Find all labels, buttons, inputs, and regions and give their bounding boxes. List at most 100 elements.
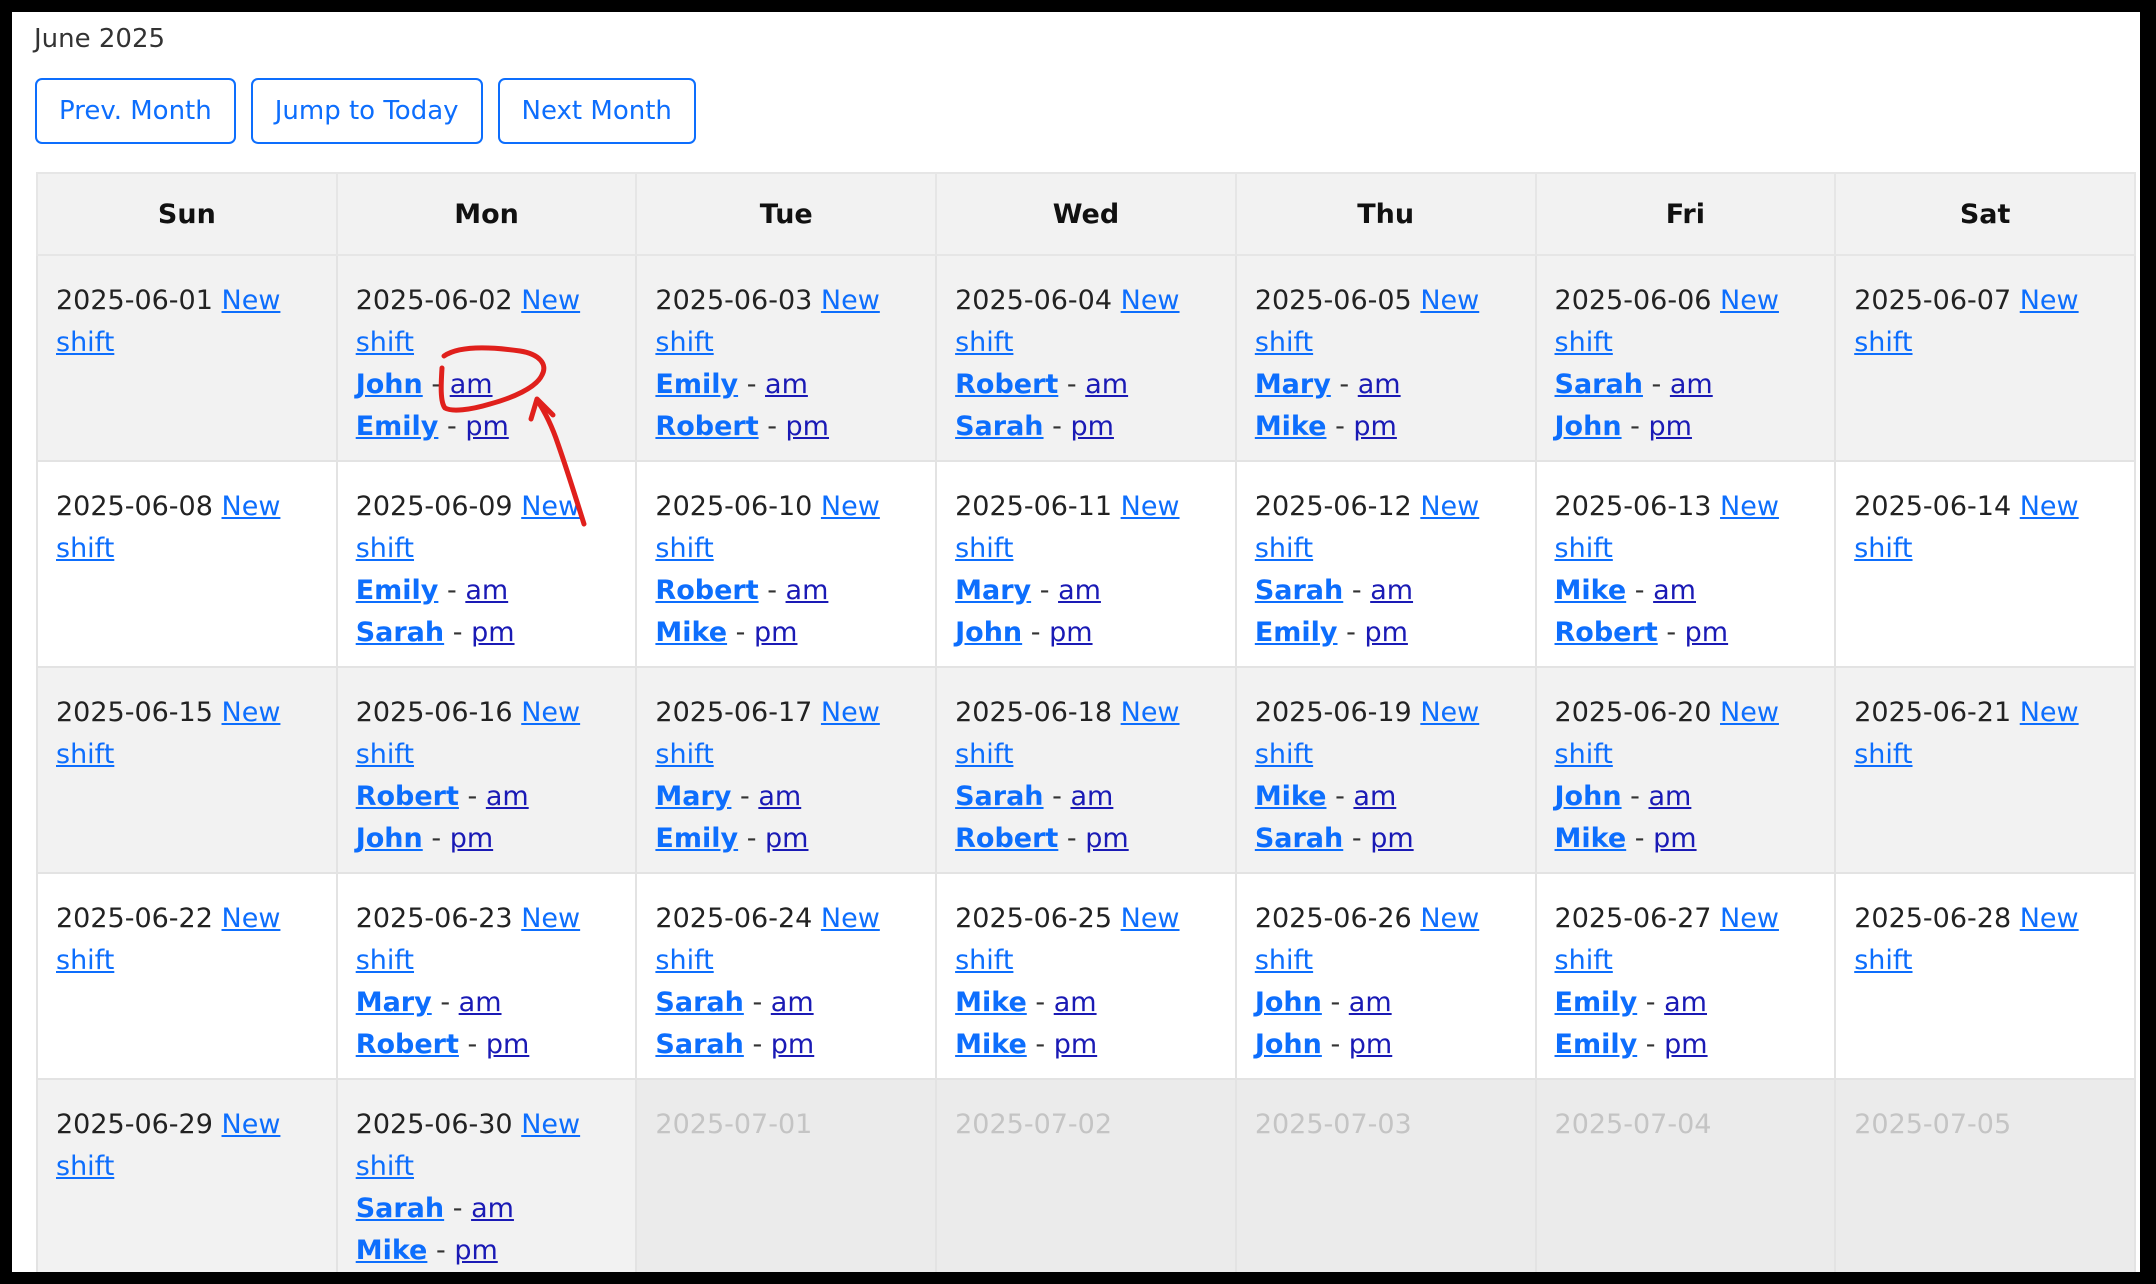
employee-name-link[interactable]: Emily (1555, 987, 1638, 1018)
shift-period-link[interactable]: pm (1685, 617, 1728, 648)
shift-period-link[interactable]: pm (1085, 823, 1128, 854)
month-navigation: Prev. Month Jump to Today Next Month (35, 78, 696, 144)
shift-period-link[interactable]: pm (1649, 411, 1692, 442)
shift-period-link[interactable]: am (1349, 987, 1392, 1018)
employee-name-link[interactable]: Emily (1555, 1029, 1638, 1060)
employee-name-link[interactable]: Mike (1555, 823, 1627, 854)
shift-period-link[interactable]: am (1058, 575, 1101, 606)
employee-name-link[interactable]: John (356, 823, 423, 854)
employee-name-link[interactable]: Sarah (356, 617, 444, 648)
shift-period-link[interactable]: am (459, 987, 502, 1018)
day-date: 2025-06-08 (56, 491, 213, 522)
shift-period-link[interactable]: pm (1070, 411, 1113, 442)
employee-name-link[interactable]: Robert (655, 411, 758, 442)
shift-period-link[interactable]: pm (765, 823, 808, 854)
shift-period-link[interactable]: am (765, 369, 808, 400)
employee-name-link[interactable]: Emily (356, 411, 439, 442)
employee-name-link[interactable]: John (1555, 411, 1622, 442)
shift-separator: - (440, 987, 451, 1018)
employee-name-link[interactable]: John (1555, 781, 1622, 812)
employee-name-link[interactable]: Robert (356, 1029, 459, 1060)
calendar-grid: Sun Mon Tue Wed Thu Fri Sat 2025-06-01 New shi… (36, 172, 2136, 1272)
employee-name-link[interactable]: Sarah (1555, 369, 1643, 400)
shift-period-link[interactable]: pm (1364, 617, 1407, 648)
employee-name-link[interactable]: Mike (655, 617, 727, 648)
shift-period-link[interactable]: am (758, 781, 801, 812)
week-row: 2025-06-22 New shift 2025-06-23 New shift… (36, 872, 2136, 1080)
shift-period-link[interactable]: pm (486, 1029, 529, 1060)
employee-name-link[interactable]: Robert (955, 369, 1058, 400)
employee-name-link[interactable]: Mike (1555, 575, 1627, 606)
shift-separator: - (767, 575, 777, 606)
day-date: 2025-06-26 (1254, 903, 1412, 934)
employee-name-link[interactable]: Mike (955, 987, 1027, 1018)
jump-to-today-button[interactable]: Jump to Today (250, 78, 483, 144)
employee-name-link[interactable]: Sarah (955, 781, 1043, 812)
shift-period-link[interactable]: pm (1653, 823, 1696, 854)
employee-name-link[interactable]: Emily (655, 823, 738, 854)
employee-name-link[interactable]: Emily (356, 575, 439, 606)
employee-name-link[interactable]: John (356, 369, 423, 400)
shift-period-link[interactable]: am (465, 575, 508, 606)
shift-period-link[interactable]: pm (1049, 617, 1092, 648)
shift-period-link[interactable]: pm (1349, 1029, 1392, 1060)
shift-period-link[interactable]: pm (771, 1029, 814, 1060)
day-date: 2025-06-19 (1254, 697, 1412, 728)
day-date: 2025-06-09 (355, 491, 513, 522)
day-cell: 2025-06-07 New shift (1834, 254, 2136, 462)
shift-period-link[interactable]: pm (454, 1235, 497, 1266)
shift-period-link[interactable]: am (771, 987, 814, 1018)
shift-period-link[interactable]: pm (465, 411, 508, 442)
shift-period-link[interactable]: pm (471, 617, 514, 648)
employee-name-link[interactable]: Sarah (955, 411, 1043, 442)
shift-separator: - (1330, 987, 1341, 1018)
shift-period-link[interactable]: pm (450, 823, 493, 854)
shift-period-link[interactable]: am (471, 1193, 514, 1224)
employee-name-link[interactable]: Sarah (655, 987, 743, 1018)
shift-period-link[interactable]: am (786, 575, 829, 606)
shift-period-link[interactable]: am (1370, 575, 1413, 606)
shift-separator: - (1030, 617, 1041, 648)
next-month-button[interactable]: Next Month (497, 78, 696, 144)
employee-name-link[interactable]: John (955, 617, 1022, 648)
shift-period-link[interactable]: pm (1370, 823, 1413, 854)
employee-name-link[interactable]: Mike (1255, 411, 1327, 442)
shift-period-link[interactable]: am (1358, 369, 1401, 400)
employee-name-link[interactable]: Emily (655, 369, 738, 400)
employee-name-link[interactable]: Robert (955, 823, 1058, 854)
employee-name-link[interactable]: Robert (356, 781, 459, 812)
employee-name-link[interactable]: Robert (1555, 617, 1658, 648)
shift-period-link[interactable]: am (1670, 369, 1713, 400)
employee-name-link[interactable]: John (1255, 1029, 1322, 1060)
shift-period-link[interactable]: am (1085, 369, 1128, 400)
employee-name-link[interactable]: John (1255, 987, 1322, 1018)
employee-name-link[interactable]: Emily (1255, 617, 1338, 648)
shift-period-link[interactable]: am (1664, 987, 1707, 1018)
shift-period-link[interactable]: am (1353, 781, 1396, 812)
employee-name-link[interactable]: Mary (955, 575, 1031, 606)
shift-period-link[interactable]: am (486, 781, 529, 812)
shift-period-link[interactable]: pm (754, 617, 797, 648)
employee-name-link[interactable]: Mike (955, 1029, 1027, 1060)
shift-period-link[interactable]: am (450, 369, 493, 400)
shift-period-link[interactable]: pm (786, 411, 829, 442)
employee-name-link[interactable]: Mary (1255, 369, 1331, 400)
employee-name-link[interactable]: Mary (356, 987, 432, 1018)
employee-name-link[interactable]: Sarah (1255, 823, 1343, 854)
shift-period-link[interactable]: pm (1054, 1029, 1097, 1060)
employee-name-link[interactable]: Mike (356, 1235, 428, 1266)
employee-name-link[interactable]: Sarah (655, 1029, 743, 1060)
employee-name-link[interactable]: Sarah (356, 1193, 444, 1224)
employee-name-link[interactable]: Robert (655, 575, 758, 606)
employee-name-link[interactable]: Mike (1255, 781, 1327, 812)
shift-period-link[interactable]: am (1653, 575, 1696, 606)
shift-period-link[interactable]: am (1054, 987, 1097, 1018)
employee-name-link[interactable]: Sarah (1255, 575, 1343, 606)
shift-period-link[interactable]: am (1070, 781, 1113, 812)
employee-name-link[interactable]: Mary (655, 781, 731, 812)
shift-period-link[interactable]: pm (1664, 1029, 1707, 1060)
shift-separator: - (467, 1029, 478, 1060)
prev-month-button[interactable]: Prev. Month (35, 78, 236, 144)
shift-period-link[interactable]: am (1649, 781, 1692, 812)
shift-period-link[interactable]: pm (1353, 411, 1396, 442)
